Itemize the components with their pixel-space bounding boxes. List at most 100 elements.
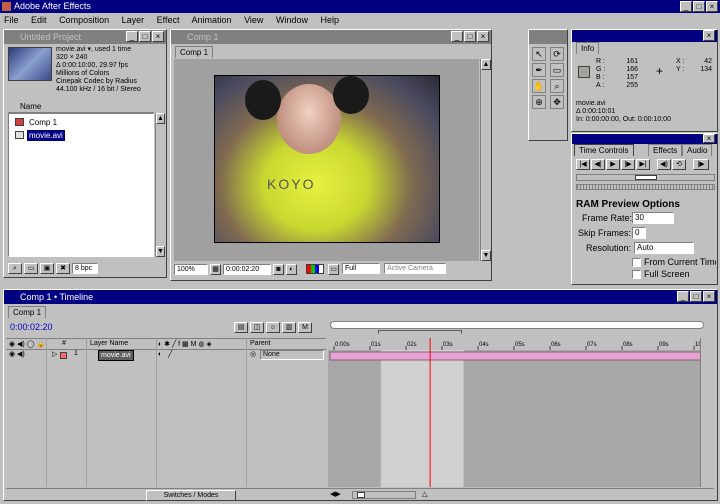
shy-layers-icon[interactable]: ☺ [266, 322, 280, 333]
zoom-in-icon[interactable]: △ [422, 490, 427, 498]
comp-scroll-up-button[interactable]: ▲ [481, 59, 491, 70]
time-graph[interactable]: 0:00s01s02s03s04s05s06s07s08s09s10s [328, 338, 708, 487]
timeline-zoom-slider[interactable] [352, 491, 416, 499]
project-scrollbar[interactable]: ▲ ▼ [155, 113, 165, 257]
zoom-select[interactable]: 100% [174, 264, 208, 275]
menu-effect[interactable]: Effect [157, 15, 180, 25]
time-navigator[interactable] [330, 321, 704, 329]
timeline-maximize-button[interactable]: □ [690, 291, 702, 302]
comp-tab[interactable]: Comp 1 [175, 46, 214, 58]
view-select[interactable]: Active Camera [384, 263, 446, 274]
time-graph-svg[interactable]: 0:00s01s02s03s04s05s06s07s08s09s10s [328, 338, 708, 487]
draft-3d-icon[interactable]: ◫ [250, 322, 264, 333]
motion-blur-icon[interactable]: M [298, 322, 312, 333]
comp-scroll-down-button[interactable]: ▼ [481, 250, 491, 261]
comp-minimize-button[interactable]: _ [451, 31, 463, 42]
jog-thumb[interactable] [635, 175, 657, 180]
skip-frames-input[interactable]: 0 [632, 227, 646, 239]
ram-preview-icon[interactable]: |▶ [693, 159, 709, 170]
info-tab[interactable]: Info [576, 42, 600, 54]
parent-pick-icon[interactable]: ◎ [250, 350, 256, 358]
expand-layer-icon[interactable]: ▷ [52, 350, 57, 358]
timeline-minimize-button[interactable]: _ [677, 291, 689, 302]
layer-row[interactable]: ◉ ◀) ▷ 1 movie.avi ◐ ╱ ◎ None [6, 350, 326, 361]
timeline-current-time[interactable]: 0:00:02:20 [10, 322, 53, 332]
new-folder-icon[interactable]: ▭ [24, 263, 38, 274]
project-minimize-button[interactable]: _ [126, 31, 138, 42]
delete-icon[interactable]: ✖ [56, 263, 70, 274]
scroll-down-button[interactable]: ▼ [156, 246, 165, 257]
zoom-out-icon[interactable]: ◀▶ [330, 490, 341, 498]
tab-effects[interactable]: Effects [648, 144, 683, 156]
safe-zones-icon[interactable]: ▦ [210, 264, 221, 275]
rectangle-mask-icon[interactable]: ▭ [550, 63, 564, 77]
frame-rate-select[interactable]: 30 [632, 212, 674, 224]
maximize-button[interactable]: □ [693, 1, 705, 12]
resolution-select[interactable]: Full [342, 263, 380, 274]
color-channels-icon[interactable] [306, 264, 324, 274]
region-of-interest-icon[interactable]: ▭ [328, 264, 339, 275]
selection-tool-icon[interactable]: ↖ [532, 47, 546, 61]
jog-shuttle[interactable] [576, 174, 715, 181]
orbit-camera-icon[interactable]: ⊕ [532, 95, 546, 109]
layer-name-header[interactable]: Layer Name [90, 340, 128, 347]
audio-icon[interactable]: ◀) [657, 159, 671, 170]
pen-tool-icon[interactable]: ✒ [532, 63, 546, 77]
video-switch-icon[interactable]: ◉ ◀) [9, 350, 25, 358]
first-frame-icon[interactable]: |◀ [576, 159, 590, 170]
switches-modes-toggle[interactable]: Switches / Modes [146, 490, 236, 501]
parent-select[interactable]: None [260, 350, 324, 360]
comp-vscrollbar[interactable]: ▲ ▼ [480, 59, 491, 261]
parent-header[interactable]: Parent [250, 340, 271, 347]
menu-edit[interactable]: Edit [31, 15, 47, 25]
show-channel-icon[interactable]: ◐ [286, 264, 297, 275]
time-controls-close-button[interactable]: × [703, 134, 715, 143]
menu-view[interactable]: View [244, 15, 263, 25]
timeline-tab[interactable]: Comp 1 [8, 306, 47, 318]
menu-file[interactable]: File [4, 15, 19, 25]
loop-icon[interactable]: ⟲ [672, 159, 686, 170]
column-header-name[interactable]: Name [20, 102, 41, 112]
comp-timecode[interactable]: 0:00:02:20 [223, 264, 271, 275]
layer-switch-icons[interactable]: ◐ ╱ [158, 350, 172, 358]
find-icon[interactable]: ⌕ [8, 263, 22, 274]
comp-close-button[interactable]: × [477, 31, 489, 42]
next-frame-icon[interactable]: |▶ [621, 159, 635, 170]
tab-time-controls[interactable]: Time Controls [574, 144, 634, 156]
snapshot-icon[interactable]: ◙ [273, 264, 284, 275]
menu-animation[interactable]: Animation [192, 15, 232, 25]
layer-label-color[interactable] [60, 352, 67, 359]
bpc-field[interactable]: 8 bpc [72, 263, 98, 274]
frame-blending-icon[interactable]: ▥ [282, 322, 296, 333]
rotation-tool-icon[interactable]: ⟳ [550, 47, 564, 61]
menu-composition[interactable]: Composition [59, 15, 109, 25]
close-button[interactable]: × [706, 1, 718, 12]
menu-help[interactable]: Help [320, 15, 339, 25]
menu-window[interactable]: Window [276, 15, 308, 25]
tab-audio[interactable]: Audio [682, 144, 713, 156]
project-maximize-button[interactable]: □ [139, 31, 151, 42]
play-icon[interactable]: ▶ [606, 159, 620, 170]
comp-maximize-button[interactable]: □ [464, 31, 476, 42]
minimize-button[interactable]: _ [680, 1, 692, 12]
info-close-button[interactable]: × [703, 30, 715, 41]
shuttle-bar[interactable] [576, 184, 715, 190]
scroll-up-button[interactable]: ▲ [156, 113, 165, 124]
last-frame-icon[interactable]: ▶| [636, 159, 650, 170]
zoom-slider-thumb[interactable] [357, 492, 365, 498]
project-close-button[interactable]: × [152, 31, 164, 42]
previous-frame-icon[interactable]: ◀| [591, 159, 605, 170]
project-item-comp[interactable]: Comp 1 [15, 117, 135, 128]
comp-flowchart-icon[interactable]: ▤ [234, 322, 248, 333]
pan-behind-icon[interactable]: ✥ [550, 95, 564, 109]
timeline-close-button[interactable]: × [703, 291, 715, 302]
ram-resolution-select[interactable]: Auto [634, 242, 694, 254]
hand-tool-icon[interactable]: ✋ [532, 79, 546, 93]
project-item-footage[interactable]: movie.avi [15, 130, 135, 141]
layer-name[interactable]: movie.avi [98, 350, 134, 361]
menu-layer[interactable]: Layer [122, 15, 145, 25]
zoom-tool-icon[interactable]: ⌕ [550, 79, 564, 93]
work-area-bar[interactable] [378, 330, 462, 334]
from-current-time-checkbox[interactable] [632, 258, 641, 267]
new-comp-icon[interactable]: ▣ [40, 263, 54, 274]
